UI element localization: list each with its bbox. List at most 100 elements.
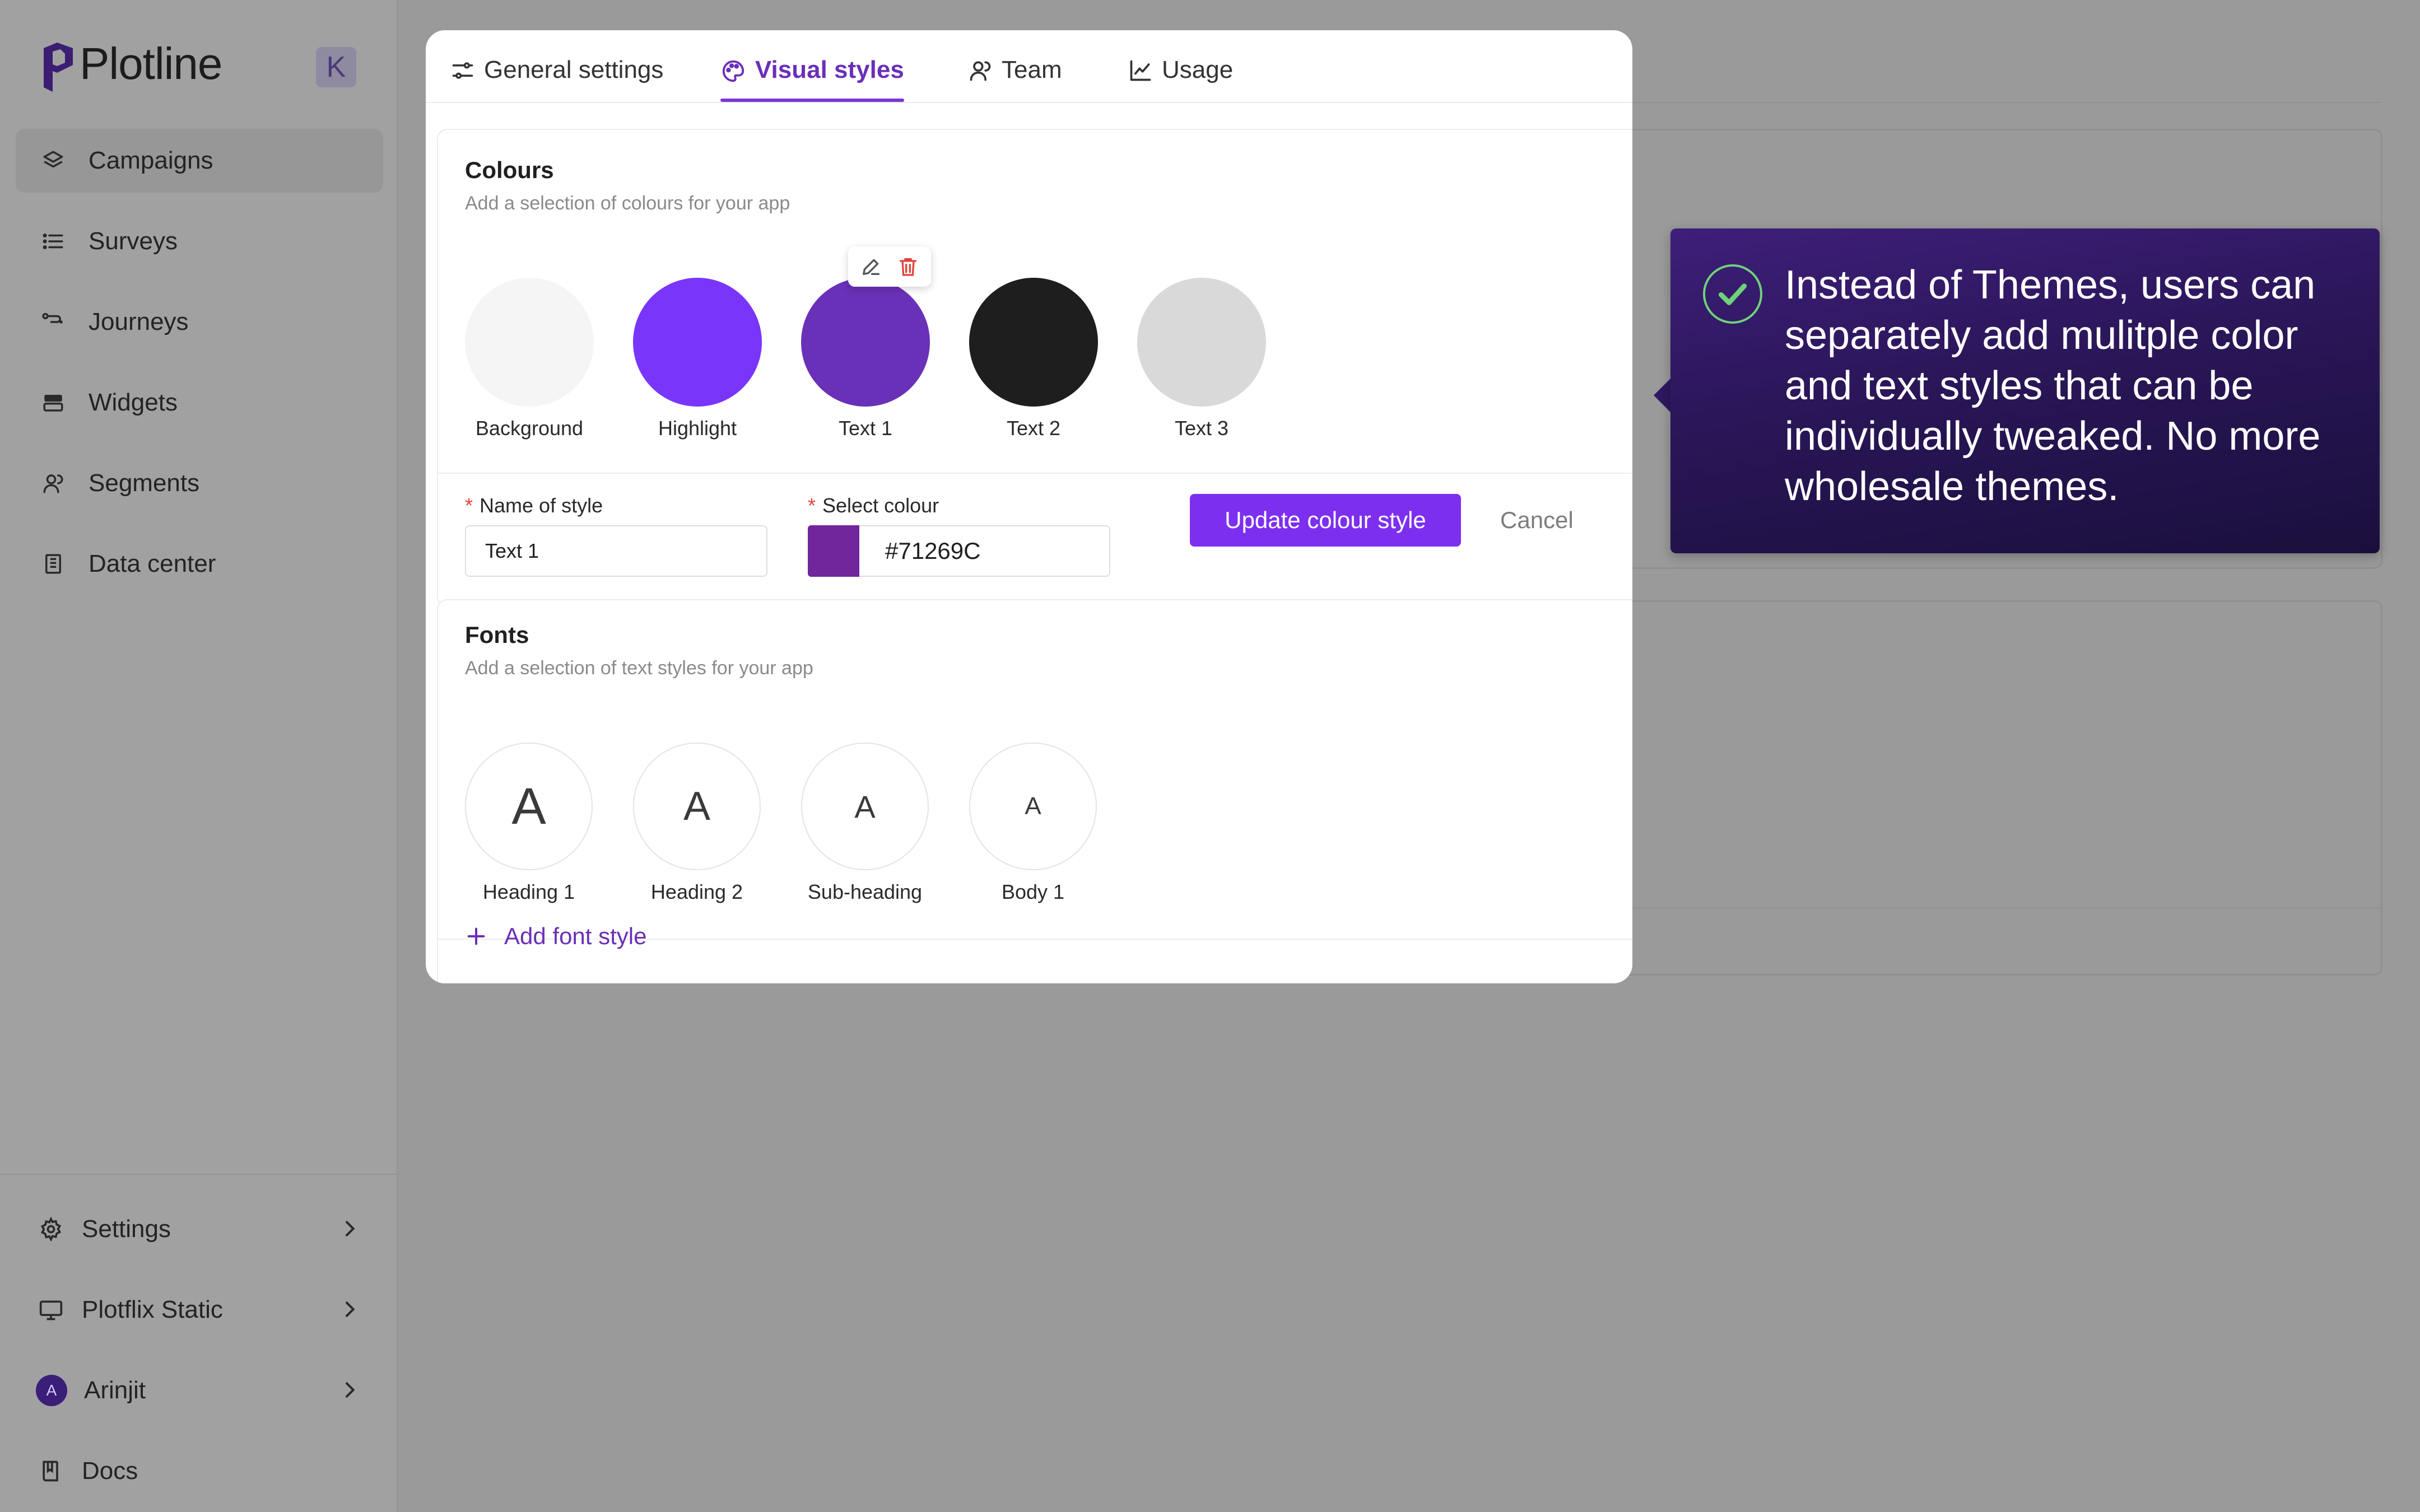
chevron-right-icon (338, 1298, 361, 1320)
cancel-button[interactable]: Cancel (1500, 494, 1574, 547)
tab-label: Visual styles (755, 56, 904, 83)
widget-icon (40, 390, 66, 416)
font-style-heading-2[interactable]: A (633, 743, 761, 870)
background-divider (1632, 907, 2381, 908)
plus-icon (465, 925, 487, 948)
sidebar-item-data-center[interactable]: Data center (16, 532, 383, 596)
collapse-sidebar-button[interactable]: K (316, 47, 356, 87)
palette-icon (720, 58, 746, 84)
input-value: #71269C (885, 538, 981, 564)
input-value: Text 1 (485, 539, 539, 562)
tab-team[interactable]: Team (968, 56, 1062, 102)
tab-general-settings[interactable]: General settings (450, 56, 663, 102)
swatch-circle (465, 278, 594, 407)
swatch-circle (801, 278, 930, 407)
section-title: Fonts (465, 622, 529, 648)
name-of-style-label: * Name of style (465, 494, 603, 517)
users-icon (40, 470, 66, 496)
swatch-circle (969, 278, 1098, 407)
trash-icon[interactable] (897, 255, 919, 278)
colour-swatch-background[interactable]: Background (465, 278, 594, 440)
chevron-right-icon (338, 1217, 361, 1240)
team-icon (968, 58, 993, 83)
sidebar-item-segments[interactable]: Segments (16, 451, 383, 515)
sidebar-item-label: Segments (89, 469, 200, 497)
swatch-label: Text 3 (1174, 417, 1229, 440)
select-colour-label: * Select colour (808, 494, 939, 517)
colour-picker-chip[interactable] (808, 525, 859, 577)
avatar: A (36, 1375, 67, 1406)
font-style-label: Heading 2 (650, 880, 743, 903)
settings-modal: General settings Visual styles Team Usag… (426, 30, 1632, 983)
required-marker: * (808, 494, 816, 517)
layers-icon (40, 148, 66, 174)
colour-swatch-text-1[interactable]: Text 1 (801, 278, 930, 440)
name-of-style-input[interactable]: Text 1 (465, 525, 767, 577)
tab-usage[interactable]: Usage (1128, 56, 1233, 102)
swatch-label: Background (475, 417, 584, 440)
swatch-circle (633, 278, 762, 407)
feature-callout: Instead of Themes, users can separately … (1670, 228, 2380, 553)
font-style-heading-1[interactable]: A (465, 743, 593, 870)
sidebar-item-label: Surveys (89, 227, 178, 255)
monitor-icon (38, 1297, 64, 1323)
gear-icon (38, 1216, 64, 1242)
chevron-right-icon (338, 1379, 361, 1401)
sidebar-item-plotflix-static[interactable]: Plotflix Static (16, 1278, 383, 1342)
update-colour-style-button[interactable]: Update colour style (1190, 494, 1461, 547)
font-style-body-1[interactable]: A (969, 743, 1097, 870)
font-style-label: Heading 1 (482, 880, 575, 903)
callout-pointer (1654, 376, 1673, 414)
sidebar-item-label: Widgets (89, 389, 178, 416)
tab-visual-styles[interactable]: Visual styles (720, 56, 904, 102)
sidebar-item-settings[interactable]: Settings (16, 1197, 383, 1261)
chart-line-icon (1128, 58, 1153, 83)
section-divider (438, 473, 1632, 474)
pencil-icon[interactable] (860, 255, 882, 278)
add-font-style-button[interactable]: Add font style (465, 923, 646, 950)
add-font-style-label: Add font style (504, 923, 647, 949)
sidebar-item-surveys[interactable]: Surveys (16, 209, 383, 273)
font-style-label: Sub-heading (807, 880, 923, 903)
sidebar-item-journeys[interactable]: Journeys (16, 290, 383, 354)
building-icon (40, 551, 66, 577)
required-marker: * (465, 494, 473, 517)
sidebar-item-label: Settings (82, 1215, 171, 1243)
background-card (1613, 600, 2382, 976)
background-tab-divider (1632, 102, 2381, 103)
sidebar-divider (0, 1174, 397, 1175)
section-subtitle: Add a selection of text styles for your … (465, 657, 813, 679)
sidebar-item-label: Arinjit (84, 1376, 146, 1404)
app-name: Plotline (80, 39, 222, 88)
swatch-label: Highlight (658, 417, 737, 440)
colour-swatch-highlight[interactable]: Highlight (633, 278, 762, 440)
sidebar-item-label: Data center (89, 550, 216, 577)
swatch-label: Text 1 (838, 417, 893, 440)
font-style-label: Body 1 (1001, 880, 1065, 903)
section-title: Colours (465, 157, 554, 183)
plotline-logo-icon (40, 40, 76, 94)
sliders-icon (450, 58, 475, 83)
check-circle-icon (1703, 264, 1762, 324)
sidebar-item-label: Docs (82, 1457, 138, 1485)
callout-text: Instead of Themes, users can separately … (1785, 263, 2321, 509)
section-subtitle: Add a selection of colours for your app (465, 193, 790, 214)
sidebar-item-label: Campaigns (89, 147, 213, 174)
sidebar-item-label: Plotflix Static (82, 1296, 223, 1323)
tab-label: General settings (484, 56, 664, 83)
colour-swatch-text-2[interactable]: Text 2 (969, 278, 1098, 440)
route-icon (40, 309, 66, 335)
tab-label: Usage (1162, 56, 1234, 83)
colour-hex-input[interactable]: #71269C (808, 525, 1110, 577)
sidebar-item-campaigns[interactable]: Campaigns (16, 129, 383, 193)
sidebar-item-account[interactable]: A Arinjit (16, 1359, 383, 1422)
sidebar-item-widgets[interactable]: Widgets (16, 371, 383, 435)
tab-label: Team (1002, 56, 1062, 83)
font-style-sub-heading[interactable]: A (801, 743, 929, 870)
tab-bar: General settings Visual styles Team Usag… (426, 30, 1632, 103)
swatch-label: Text 2 (1006, 417, 1061, 440)
sidebar: Plotline K Campaigns Surveys Journeys Wi… (0, 0, 398, 1512)
sidebar-item-docs[interactable]: Docs (16, 1439, 383, 1503)
swatch-actions-popover (848, 246, 931, 287)
colour-swatch-text-3[interactable]: Text 3 (1137, 278, 1266, 440)
